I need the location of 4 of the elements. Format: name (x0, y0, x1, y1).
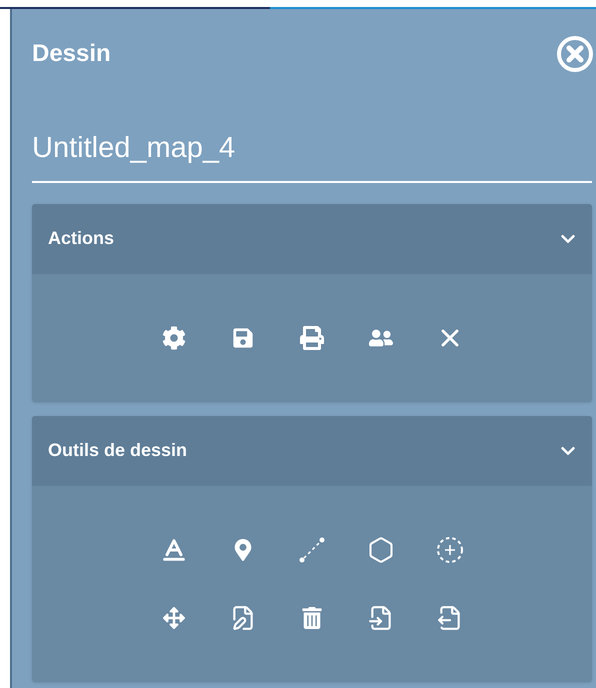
map-name-field[interactable]: Untitled_map_4 (32, 127, 592, 182)
section-header[interactable]: Outils de dessin (32, 416, 592, 486)
panel-title: Dessin (32, 39, 111, 69)
section-header[interactable]: Actions (32, 204, 592, 274)
